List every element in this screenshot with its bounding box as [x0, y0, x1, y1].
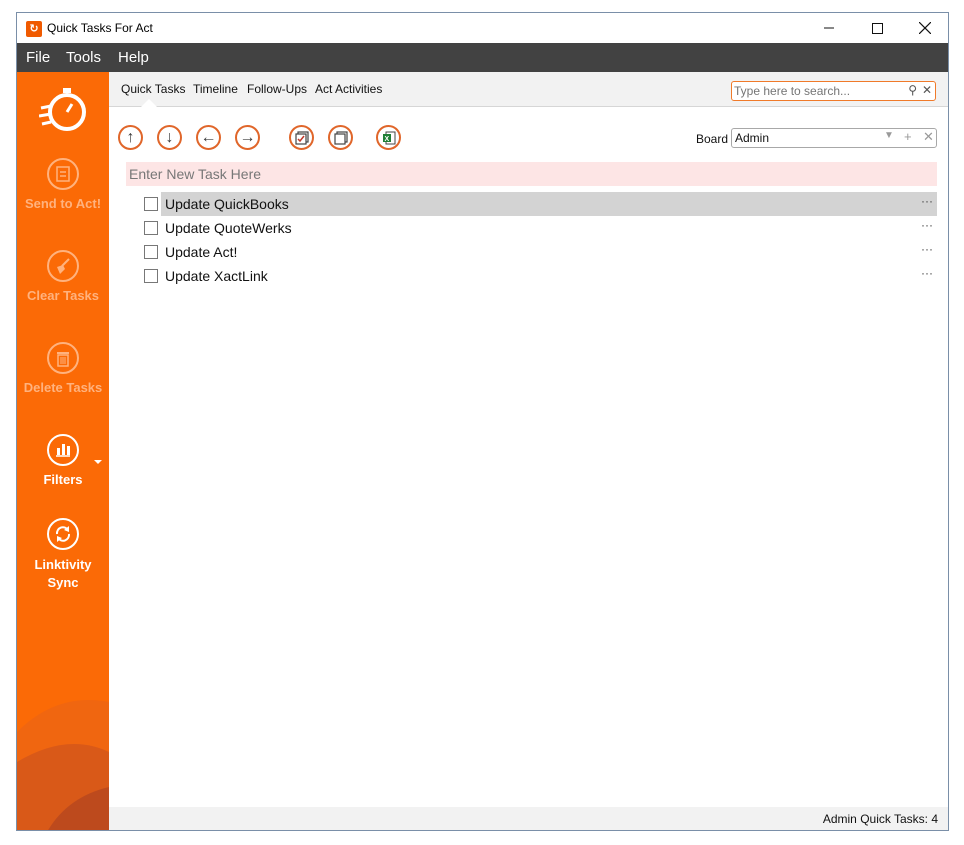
maximize-button[interactable] — [854, 13, 900, 43]
excel-icon: X — [382, 131, 395, 144]
chart-filter-icon — [47, 434, 79, 466]
arrow-up-icon: ↑ — [126, 128, 135, 146]
tab-follow-ups[interactable]: Follow-Ups — [247, 82, 307, 96]
send-to-act-button[interactable]: Send to Act! — [17, 158, 109, 211]
new-task-input[interactable]: Enter New Task Here — [126, 162, 937, 186]
more-options-icon[interactable]: ··· — [921, 194, 933, 208]
task-row[interactable]: Update Act! ··· — [143, 240, 937, 264]
task-label: Update XactLink — [165, 268, 268, 284]
task-row-highlight — [161, 264, 937, 288]
menu-help[interactable]: Help — [118, 49, 149, 66]
linktivity-sync-button[interactable]: Linktivity Sync — [17, 518, 109, 592]
board-value: Admin — [735, 131, 770, 145]
board-label: Board — [696, 132, 729, 146]
check-all-icon — [294, 130, 309, 145]
delete-tasks-button[interactable]: Delete Tasks — [17, 342, 109, 395]
task-checkbox[interactable] — [144, 245, 158, 259]
add-board-icon[interactable]: + — [904, 129, 912, 144]
task-checkbox[interactable] — [144, 269, 158, 283]
new-task-placeholder: Enter New Task Here — [129, 166, 262, 182]
menu-tools[interactable]: Tools — [66, 49, 101, 66]
task-row-highlight — [161, 240, 937, 264]
main-panel: Quick Tasks Timeline Follow-Ups Act Acti… — [109, 72, 948, 830]
tab-bar: Quick Tasks Timeline Follow-Ups Act Acti… — [109, 72, 948, 107]
uncheck-all-button[interactable] — [328, 125, 353, 150]
filters-button[interactable]: Filters — [17, 434, 109, 487]
task-checkbox[interactable] — [144, 197, 158, 211]
minimize-button[interactable] — [806, 13, 852, 43]
task-label: Update Act! — [165, 244, 238, 260]
task-label: Update QuoteWerks — [165, 220, 292, 236]
task-row[interactable]: Update QuickBooks ··· — [143, 192, 937, 216]
sync-icon — [47, 518, 79, 550]
task-row[interactable]: Update QuoteWerks ··· — [143, 216, 937, 240]
search-box: ⚲ ✕ — [731, 81, 936, 101]
menu-file[interactable]: File — [26, 49, 50, 66]
delete-tasks-label: Delete Tasks — [23, 380, 103, 395]
clear-tasks-button[interactable]: Clear Tasks — [17, 250, 109, 303]
arrow-left-icon: ← — [200, 128, 217, 146]
status-text: Admin Quick Tasks: 4 — [822, 812, 938, 826]
menu-bar: File Tools Help — [17, 43, 948, 72]
search-clear-icon[interactable]: ✕ — [922, 83, 932, 97]
status-bar: Admin Quick Tasks: 4 — [109, 807, 948, 830]
linktivity-sync-label: Linktivity Sync — [34, 557, 92, 590]
search-icon[interactable]: ⚲ — [908, 83, 917, 97]
clear-tasks-label: Clear Tasks — [26, 288, 100, 303]
filters-dropdown-icon[interactable] — [94, 460, 102, 464]
task-checkbox[interactable] — [144, 221, 158, 235]
minimize-icon — [824, 27, 834, 29]
arrow-right-icon: → — [239, 128, 256, 146]
trash-icon — [47, 342, 79, 374]
more-options-icon[interactable]: ··· — [921, 218, 933, 232]
send-icon — [47, 158, 79, 190]
uncheck-all-icon — [333, 130, 348, 145]
sidebar: Send to Act! Clear Tasks Delete Tasks Fi… — [17, 72, 109, 830]
send-to-act-label: Send to Act! — [24, 196, 102, 211]
search-input[interactable] — [734, 83, 902, 99]
svg-text:X: X — [384, 136, 389, 143]
tab-quick-tasks[interactable]: Quick Tasks — [121, 82, 185, 96]
window-title: Quick Tasks For Act — [47, 21, 153, 35]
board-select[interactable]: Admin ▼ + ✕ — [731, 128, 937, 148]
close-button[interactable] — [902, 13, 948, 43]
close-icon — [919, 22, 931, 34]
stopwatch-logo-icon — [38, 88, 86, 131]
active-tab-indicator — [141, 99, 157, 107]
maximize-icon — [871, 22, 883, 34]
filters-label: Filters — [43, 472, 83, 487]
broom-icon — [47, 250, 79, 282]
move-down-button[interactable]: ↓ — [157, 125, 182, 150]
check-all-button[interactable] — [289, 125, 314, 150]
dropdown-icon[interactable]: ▼ — [884, 130, 894, 141]
remove-board-icon[interactable]: ✕ — [923, 129, 934, 145]
tab-timeline[interactable]: Timeline — [193, 82, 238, 96]
tab-act-activities[interactable]: Act Activities — [315, 82, 382, 96]
arrow-down-icon: ↓ — [165, 128, 174, 146]
decorative-waves — [17, 700, 109, 830]
move-up-button[interactable]: ↑ — [118, 125, 143, 150]
task-label: Update QuickBooks — [165, 196, 289, 212]
task-row[interactable]: Update XactLink ··· — [143, 264, 937, 288]
more-options-icon[interactable]: ··· — [921, 242, 933, 256]
indent-button[interactable]: → — [235, 125, 260, 150]
app-logo-icon: ↻ — [26, 21, 42, 37]
app-window: ↻ Quick Tasks For Act File Tools Help Se… — [16, 12, 949, 831]
export-excel-button[interactable]: X — [376, 125, 401, 150]
app-logo — [38, 86, 87, 134]
outdent-button[interactable]: ← — [196, 125, 221, 150]
title-bar: ↻ Quick Tasks For Act — [17, 13, 948, 43]
more-options-icon[interactable]: ··· — [921, 266, 933, 280]
